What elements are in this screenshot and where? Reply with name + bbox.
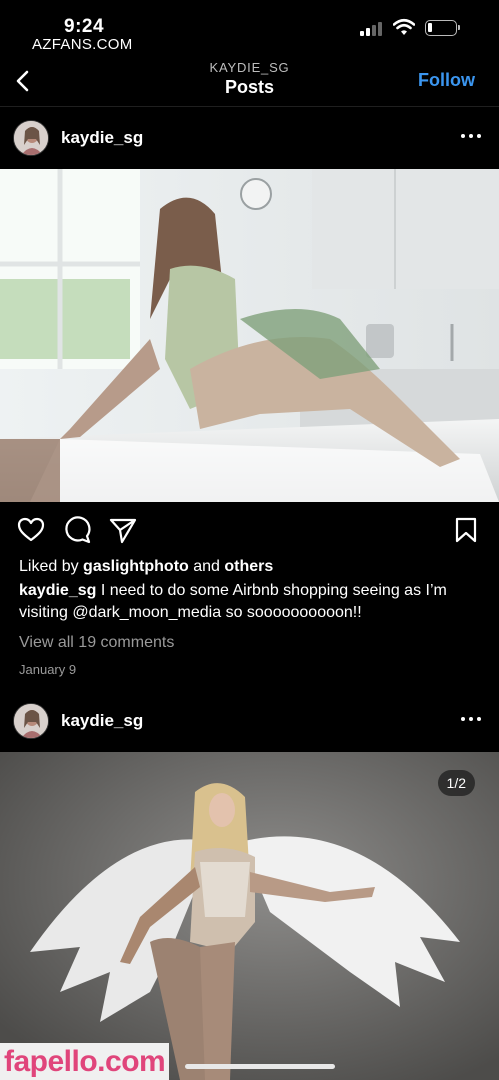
post-caption-area: Liked by gaslightphoto and others kaydie… (19, 556, 484, 677)
heart-icon[interactable] (17, 516, 45, 544)
cellular-signal-icon (360, 22, 386, 36)
likes-line[interactable]: Liked by gaslightphoto and others (19, 556, 484, 578)
battery-icon (425, 20, 460, 36)
post-photo[interactable] (0, 752, 499, 1080)
post-photo[interactable] (0, 169, 499, 502)
post-actions (0, 512, 499, 552)
liked-others-link[interactable]: others (224, 558, 273, 575)
wifi-icon (393, 18, 415, 35)
follow-button[interactable]: Follow (418, 70, 475, 91)
avatar[interactable] (13, 120, 49, 156)
post-username[interactable]: kaydie_sg (61, 128, 143, 148)
watermark-bottom: fapello.com (0, 1043, 170, 1080)
more-options-icon[interactable] (461, 134, 481, 140)
post-header: kaydie_sg (0, 107, 499, 169)
home-indicator[interactable] (185, 1064, 335, 1069)
post-header: kaydie_sg (0, 690, 499, 752)
avatar[interactable] (13, 703, 49, 739)
comment-bubble-icon[interactable] (63, 516, 91, 544)
post-date: January 9 (19, 662, 77, 677)
post-username[interactable]: kaydie_sg (61, 711, 143, 731)
post-caption: kaydie_sg I need to do some Airbnb shopp… (19, 580, 484, 624)
liked-and-label: and (188, 558, 225, 575)
status-bar: 9:24 AZFANS.COM (0, 0, 499, 56)
bookmark-icon[interactable] (453, 516, 479, 544)
more-options-icon[interactable] (461, 717, 481, 723)
carousel-page-indicator: 1/2 (437, 770, 475, 796)
liked-by-user[interactable]: gaslightphoto (83, 558, 189, 575)
watermark-top: AZFANS.COM (32, 36, 133, 53)
paper-plane-icon[interactable] (109, 516, 137, 544)
liked-by-label: Liked by (19, 558, 84, 575)
status-time: 9:24 (64, 16, 105, 37)
caption-username[interactable]: kaydie_sg (19, 582, 96, 599)
view-comments-link[interactable]: View all 19 comments (19, 632, 484, 654)
nav-header: KAYDIE_SG Posts Follow (0, 56, 499, 107)
